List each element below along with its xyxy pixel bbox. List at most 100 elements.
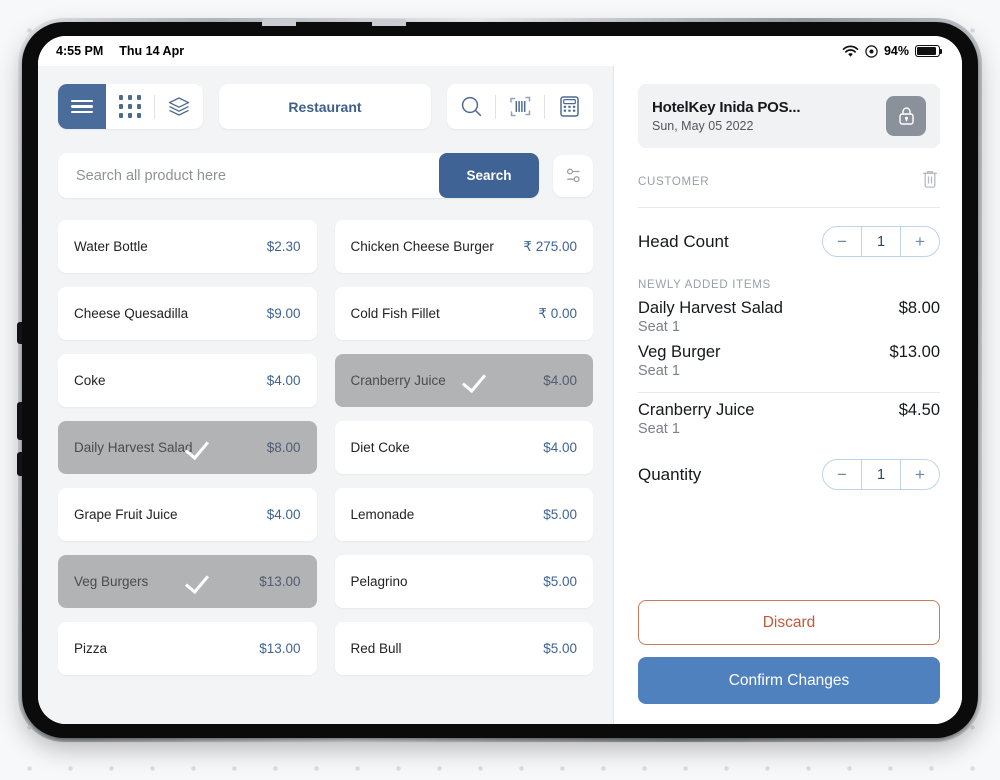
product-name: Grape Fruit Juice <box>74 507 178 522</box>
tablet-device-frame: 4:55 PM Thu 14 Apr 94% Restaurant Search… <box>17 18 982 742</box>
search-row: Search <box>58 153 593 198</box>
status-bar-left: 4:55 PM Thu 14 Apr <box>56 44 184 58</box>
product-name: Lemonade <box>350 507 415 522</box>
product-item[interactable]: Veg Burgers $13.00 <box>58 555 317 608</box>
trash-icon <box>922 170 938 188</box>
cart-item[interactable]: Veg Burger $13.00 Seat 1 <box>638 343 940 379</box>
cart-item-price: $13.00 <box>889 343 940 361</box>
selected-check-icon <box>184 568 210 595</box>
product-item[interactable]: Chicken Cheese Burger ₹ 275.00 <box>334 220 593 273</box>
customer-divider <box>638 207 940 208</box>
product-price: $5.00 <box>543 641 577 656</box>
lock-button[interactable] <box>886 96 926 136</box>
cart-item-list: Daily Harvest Salad $8.00 Seat 1 Veg Burger… <box>638 291 940 437</box>
barcode-scan-button[interactable] <box>496 84 544 129</box>
layers-icon <box>168 96 190 116</box>
discard-button[interactable]: Discard <box>638 600 940 645</box>
product-name: Coke <box>74 373 106 388</box>
product-price: $5.00 <box>543 507 577 522</box>
cart-item-top: Cranberry Juice $4.50 <box>638 401 940 420</box>
head-count-value: 1 <box>861 227 901 256</box>
order-actions: Discard Confirm Changes <box>638 600 940 724</box>
product-item[interactable]: Diet Coke $4.00 <box>334 421 593 474</box>
quantity-increment-button[interactable]: + <box>901 460 939 489</box>
discard-button-label: Discard <box>762 613 816 631</box>
barcode-scan-icon <box>509 96 530 117</box>
search-toggle-button[interactable] <box>447 84 495 129</box>
order-date: Sun, May 05 2022 <box>652 119 754 133</box>
product-price: ₹ 0.00 <box>538 305 577 321</box>
status-date: Thu 14 Apr <box>119 44 185 58</box>
outlet-label: Restaurant <box>288 98 362 115</box>
cart-item-seat: Seat 1 <box>638 363 680 379</box>
grid-apps-icon <box>118 95 142 118</box>
product-item[interactable]: Cranberry Juice $4.00 <box>334 354 593 407</box>
order-header: HotelKey Inida POS... Sun, May 05 2022 <box>638 84 940 148</box>
cart-item-seat: Seat 1 <box>638 421 680 437</box>
tool-actions-group <box>447 84 593 129</box>
product-name: Daily Harvest Salad <box>74 440 193 455</box>
delete-order-button[interactable] <box>920 168 940 195</box>
order-title: HotelKey Inida POS... <box>652 99 801 116</box>
product-item[interactable]: Cold Fish Fillet ₹ 0.00 <box>334 287 593 340</box>
search-button[interactable]: Search <box>439 153 539 198</box>
product-price: ₹ 275.00 <box>523 238 577 254</box>
head-count-decrement-button[interactable]: − <box>823 227 861 256</box>
product-item[interactable]: Pizza $13.00 <box>58 622 317 675</box>
product-price: $9.00 <box>266 306 301 321</box>
product-item[interactable]: Cheese Quesadilla $9.00 <box>58 287 317 340</box>
product-item[interactable]: Coke $4.00 <box>58 354 317 407</box>
product-name: Pelagrino <box>350 574 408 589</box>
product-item[interactable]: Grape Fruit Juice $4.00 <box>58 488 317 541</box>
cart-item-price: $4.50 <box>898 401 940 419</box>
cart-item-name: Daily Harvest Salad <box>638 299 783 317</box>
outlet-selector-button[interactable]: Restaurant <box>219 84 431 129</box>
product-name: Cheese Quesadilla <box>74 306 189 321</box>
order-header-text: HotelKey Inida POS... Sun, May 05 2022 <box>652 99 801 133</box>
cart-item[interactable]: Daily Harvest Salad $8.00 Seat 1 <box>638 299 940 335</box>
battery-percent-label: 94% <box>883 44 909 58</box>
quantity-row: Quantity − 1 + <box>638 459 940 490</box>
battery-icon <box>915 45 943 57</box>
quantity-stepper[interactable]: − 1 + <box>822 459 940 490</box>
status-bar: 4:55 PM Thu 14 Apr 94% <box>38 36 962 66</box>
status-time: 4:55 PM <box>56 44 104 58</box>
product-price: $8.00 <box>266 440 301 455</box>
search-field-wrap: Search <box>58 153 539 198</box>
confirm-changes-button[interactable]: Confirm Changes <box>638 657 940 704</box>
product-price: $13.00 <box>259 574 301 589</box>
head-count-increment-button[interactable]: + <box>901 227 939 256</box>
layers-view-button[interactable] <box>155 84 203 129</box>
head-count-row: Head Count − 1 + <box>638 226 940 257</box>
head-count-label: Head Count <box>638 231 729 251</box>
product-item[interactable]: Water Bottle $2.30 <box>58 220 317 273</box>
tablet-screen: 4:55 PM Thu 14 Apr 94% Restaurant Search… <box>38 36 962 724</box>
cart-item-price: $8.00 <box>898 299 940 317</box>
product-item[interactable]: Lemonade $5.00 <box>334 488 593 541</box>
product-name: Pizza <box>74 641 108 656</box>
search-input[interactable] <box>58 153 439 198</box>
calculator-button[interactable] <box>545 84 593 129</box>
product-item[interactable]: Pelagrino $5.00 <box>334 555 593 608</box>
device-side-button-1 <box>17 322 22 344</box>
hamburger-menu-button[interactable] <box>58 84 106 129</box>
location-icon <box>865 44 878 58</box>
product-item[interactable]: Daily Harvest Salad $8.00 <box>58 421 317 474</box>
customer-section-row: CUSTOMER <box>638 168 940 195</box>
filter-sliders-icon <box>566 168 580 183</box>
customer-label: CUSTOMER <box>638 175 710 188</box>
product-name: Red Bull <box>350 641 402 656</box>
quantity-label: Quantity <box>638 464 702 484</box>
cart-item[interactable]: Cranberry Juice $4.50 Seat 1 <box>638 401 940 437</box>
head-count-stepper[interactable]: − 1 + <box>822 226 940 257</box>
product-price: $13.00 <box>259 641 301 656</box>
product-list: Water Bottle $2.30 Chicken Cheese Burger ₹ … <box>58 220 593 724</box>
view-switch-group <box>58 84 203 129</box>
product-name: Cranberry Juice <box>350 373 446 388</box>
cart-item-name: Veg Burger <box>638 343 721 361</box>
product-item[interactable]: Red Bull $5.00 <box>334 622 593 675</box>
filter-button[interactable] <box>553 154 593 197</box>
device-top-button-1 <box>262 19 296 26</box>
quantity-decrement-button[interactable]: − <box>823 460 861 489</box>
grid-view-button[interactable] <box>106 84 154 129</box>
